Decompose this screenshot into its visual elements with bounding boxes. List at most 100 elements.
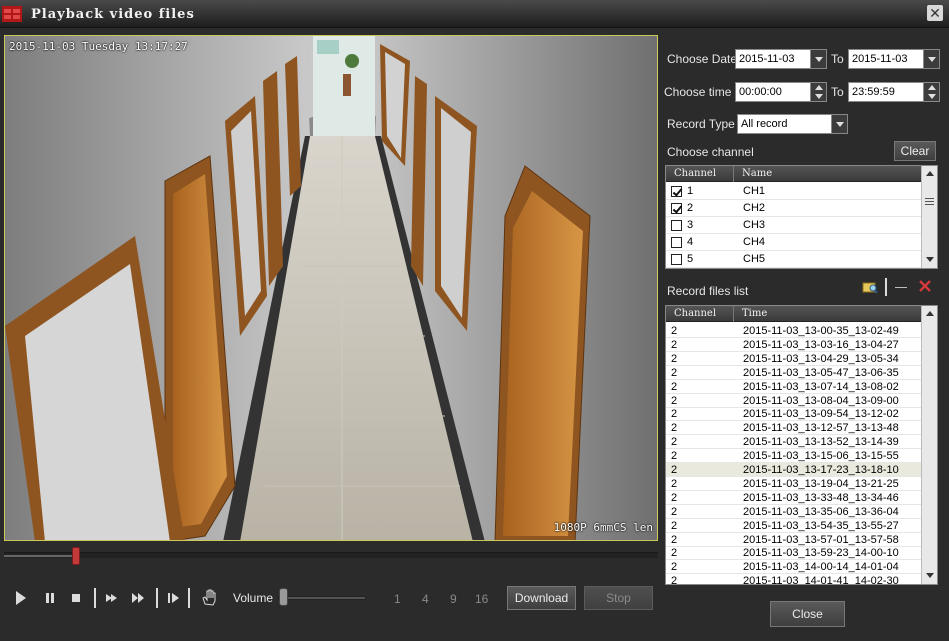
date-to-label: To — [831, 52, 844, 66]
record-row[interactable]: 2 2015-11-03_13-05-47_13-06-35 — [666, 366, 922, 380]
time-to-label: To — [831, 85, 844, 99]
channel-row[interactable]: 4 CH4 — [666, 234, 922, 251]
record-row[interactable]: 2 2015-11-03_13-07-14_13-08-02 — [666, 380, 922, 394]
record-row[interactable]: 2 2015-11-03_13-03-16_13-04-27 — [666, 338, 922, 352]
column-header-name[interactable]: Name — [734, 166, 922, 182]
channel-table-header: Channel Name — [666, 166, 922, 182]
date-from-value: 2015-11-03 — [739, 53, 795, 65]
channel-row[interactable]: 2 CH2 — [666, 200, 922, 217]
time-to-field[interactable]: 23:59:59 — [848, 82, 940, 102]
record-row[interactable]: 2 2015-11-03_13-09-54_13-12-02 — [666, 407, 922, 422]
date-from-picker[interactable]: 2015-11-03 — [735, 49, 827, 69]
window-title: Playback video files — [31, 7, 195, 22]
channel-table: Channel Name 1 CH1 2 CH2 3 CH3 4 CH4 5 CH5 — [665, 165, 938, 269]
volume-slider-track[interactable] — [278, 596, 366, 600]
scroll-grip[interactable] — [925, 198, 934, 205]
record-time: 2015-11-03_13-19-04_13-21-25 — [743, 477, 899, 490]
column-header-time[interactable]: Time — [734, 306, 922, 322]
delete-icon[interactable] — [918, 279, 932, 293]
channel-table-scrollbar[interactable] — [921, 166, 937, 268]
split-16-button[interactable]: 16 — [475, 592, 488, 606]
time-from-field[interactable]: 00:00:00 — [735, 82, 827, 102]
date-to-picker[interactable]: 2015-11-03 — [848, 49, 940, 69]
chevron-down-icon[interactable] — [831, 115, 847, 133]
record-row[interactable]: 2 2015-11-03_13-59-23_14-00-10 — [666, 546, 922, 561]
channel-checkbox[interactable] — [671, 203, 682, 214]
record-row[interactable]: 2 2015-11-03_14-00-14_14-01-04 — [666, 560, 922, 575]
step-forward-icon[interactable] — [104, 588, 118, 608]
record-row[interactable]: 2 2015-11-03_13-35-06_13-36-04 — [666, 505, 922, 519]
channel-name: CH3 — [743, 219, 766, 231]
volume-slider-thumb[interactable] — [279, 588, 288, 606]
record-type-label: Record Type — [667, 117, 735, 131]
app-logo-icon — [2, 6, 22, 22]
chevron-down-icon[interactable] — [923, 50, 939, 68]
time-from-value: 00:00:00 — [739, 86, 782, 98]
record-channel: 2 — [671, 533, 678, 546]
record-row[interactable]: 2 2015-11-03_13-12-57_13-13-48 — [666, 421, 922, 436]
pause-icon[interactable] — [44, 588, 56, 608]
record-row[interactable]: 2 2015-11-03_13-15-06_13-15-55 — [666, 449, 922, 464]
record-channel: 2 — [671, 394, 678, 407]
record-channel: 2 — [671, 491, 678, 504]
record-row[interactable]: 2 2015-11-03_13-13-52_13-14-39 — [666, 435, 922, 450]
scroll-up-icon[interactable] — [922, 167, 937, 181]
record-channel: 2 — [671, 561, 678, 574]
record-row[interactable]: 2 2015-11-03_13-17-23_13-18-10 — [666, 463, 922, 477]
record-row[interactable]: 2 2015-11-03_13-08-04_13-09-00 — [666, 394, 922, 408]
scroll-down-icon[interactable] — [922, 569, 937, 583]
fast-forward-icon[interactable] — [131, 588, 145, 608]
split-4-button[interactable]: 4 — [422, 592, 429, 606]
record-row[interactable]: 2 2015-11-03_14-01-41_14-02-30 — [666, 574, 922, 585]
record-time: 2015-11-03_13-17-23_13-18-10 — [743, 464, 899, 476]
column-header-channel[interactable]: Channel — [666, 166, 734, 182]
video-lens-label: 1080P 6mmCS len — [553, 521, 653, 534]
download-button[interactable]: Download — [507, 586, 576, 610]
separator — [156, 588, 158, 608]
record-row[interactable]: 2 2015-11-03_13-04-29_13-05-34 — [666, 352, 922, 366]
record-row[interactable]: 2 2015-11-03_13-54-35_13-55-27 — [666, 519, 922, 533]
record-row[interactable]: 2 2015-11-03_13-57-01_13-57-58 — [666, 533, 922, 547]
record-type-value: All record — [741, 118, 788, 130]
record-row[interactable]: 2 2015-11-03_13-19-04_13-21-25 — [666, 477, 922, 491]
column-header-channel[interactable]: Channel — [666, 306, 734, 322]
scroll-down-icon[interactable] — [922, 253, 937, 267]
progress-thumb[interactable] — [72, 547, 80, 565]
channel-row[interactable]: 3 CH3 — [666, 217, 922, 234]
search-folder-icon[interactable] — [862, 279, 878, 295]
stop-button[interactable]: Stop — [584, 586, 653, 610]
record-channel: 2 — [671, 575, 678, 585]
minus-icon[interactable] — [895, 287, 907, 288]
channel-row[interactable]: 5 CH5 — [666, 251, 922, 268]
channel-checkbox[interactable] — [671, 237, 682, 248]
channel-name: CH5 — [743, 253, 766, 265]
record-table-scrollbar[interactable] — [921, 306, 937, 584]
close-icon[interactable]: ✕ — [927, 5, 943, 21]
frame-advance-icon[interactable] — [166, 588, 180, 608]
playback-progress-bar[interactable] — [4, 547, 658, 565]
spinner-icon[interactable] — [923, 83, 939, 101]
channel-checkbox[interactable] — [671, 220, 682, 231]
corridor-camera-image — [5, 36, 657, 540]
channel-row[interactable]: 1 CH1 — [666, 183, 922, 200]
record-time: 2015-11-03_13-08-04_13-09-00 — [743, 394, 899, 407]
stop-icon[interactable] — [70, 588, 82, 608]
record-type-select[interactable]: All record — [737, 114, 848, 134]
record-row[interactable]: 2 2015-11-03_13-33-48_13-34-46 — [666, 491, 922, 505]
channel-checkbox[interactable] — [671, 254, 682, 265]
close-button[interactable]: Close — [770, 601, 845, 627]
separator — [94, 588, 96, 608]
channel-number: 5 — [687, 253, 694, 265]
channel-checkbox[interactable] — [671, 186, 682, 197]
split-1-button[interactable]: 1 — [394, 592, 401, 606]
clear-button[interactable]: Clear — [894, 141, 936, 161]
record-row[interactable]: 2 2015-11-03_13-00-35_13-02-49 — [666, 324, 922, 338]
play-icon[interactable] — [14, 588, 28, 608]
spinner-icon[interactable] — [810, 83, 826, 101]
hand-icon[interactable] — [200, 588, 218, 608]
scroll-up-icon[interactable] — [922, 307, 937, 321]
video-view[interactable]: 2015-11-03 Tuesday 13:17:27 1080P 6mmCS … — [4, 35, 658, 541]
split-9-button[interactable]: 9 — [450, 592, 457, 606]
record-time: 2015-11-03_13-00-35_13-02-49 — [743, 325, 899, 337]
chevron-down-icon[interactable] — [810, 50, 826, 68]
